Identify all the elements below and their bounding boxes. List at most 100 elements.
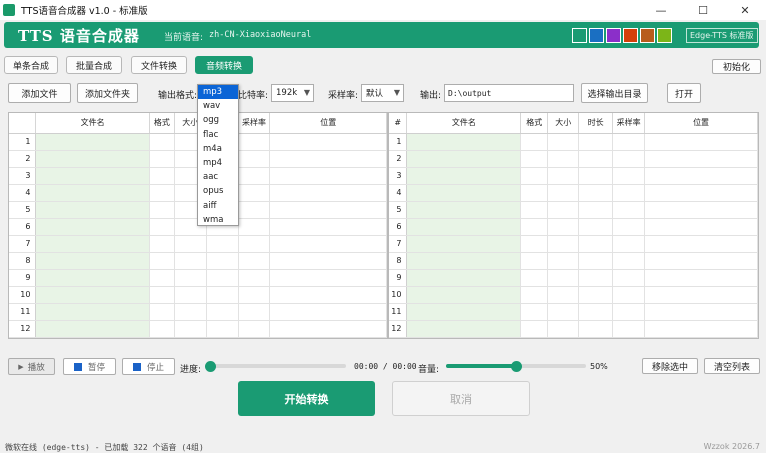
samplerate-select[interactable]: 默认 ▼ bbox=[361, 84, 404, 102]
output-files-table[interactable]: # 文件名 格式 大小 时长 采样率 位置 1 2 3 4 5 6 7 8 9 10 11 12 bbox=[388, 112, 759, 339]
progress-label: 进度: bbox=[180, 365, 202, 375]
theme-swatch[interactable] bbox=[589, 28, 604, 43]
table-row[interactable]: 4 bbox=[389, 184, 758, 202]
add-file-button[interactable]: 添加文件 bbox=[8, 83, 71, 103]
volume-knob[interactable] bbox=[511, 361, 522, 372]
theme-swatch[interactable] bbox=[640, 28, 655, 43]
table-cell bbox=[612, 286, 646, 304]
progress-knob[interactable] bbox=[205, 361, 216, 372]
cancel-button[interactable]: 取消 bbox=[392, 381, 530, 416]
table-cell bbox=[644, 269, 758, 287]
table-cell bbox=[406, 184, 522, 202]
column-header[interactable]: 大小 bbox=[547, 113, 580, 134]
bitrate-select[interactable]: 192k ▼ bbox=[271, 84, 314, 102]
table-cell bbox=[612, 269, 646, 287]
format-option[interactable]: opus bbox=[198, 184, 238, 198]
maximize-button[interactable]: ☐ bbox=[682, 0, 724, 20]
column-header[interactable]: # bbox=[389, 113, 408, 134]
format-option[interactable]: mp3 bbox=[198, 85, 238, 100]
format-option[interactable]: flac bbox=[198, 128, 238, 142]
table-cell bbox=[149, 320, 175, 338]
table-row[interactable]: 12 bbox=[389, 320, 758, 338]
table-row[interactable]: 6 bbox=[389, 218, 758, 236]
table-cell bbox=[547, 150, 580, 168]
remove-selected-button[interactable]: 移除选中 bbox=[642, 358, 698, 374]
start-conversion-button[interactable]: 开始转换 bbox=[238, 381, 375, 416]
table-row[interactable]: 1 bbox=[389, 133, 758, 151]
column-header[interactable]: 时长 bbox=[578, 113, 614, 134]
table-cell bbox=[35, 201, 150, 219]
samplerate-value: 默认 bbox=[366, 89, 384, 99]
table-row[interactable]: 8 bbox=[9, 252, 387, 270]
format-option[interactable]: aiff bbox=[198, 199, 238, 213]
row-number: 4 bbox=[9, 184, 37, 202]
table-cell bbox=[612, 303, 646, 321]
theme-swatch[interactable] bbox=[606, 28, 621, 43]
table-row[interactable]: 7 bbox=[389, 235, 758, 253]
choose-output-dir-button[interactable]: 选择输出目录 bbox=[581, 83, 648, 103]
table-row[interactable]: 9 bbox=[389, 269, 758, 287]
theme-swatch[interactable] bbox=[657, 28, 672, 43]
table-cell bbox=[269, 184, 387, 202]
column-header[interactable]: 位置 bbox=[644, 113, 758, 134]
column-header[interactable]: 文件名 bbox=[406, 113, 522, 134]
table-cell bbox=[644, 320, 758, 338]
table-cell bbox=[238, 269, 271, 287]
table-cell bbox=[612, 320, 646, 338]
tab-batch-synthesis[interactable]: 批量合成 bbox=[66, 56, 122, 74]
format-option[interactable]: wav bbox=[198, 99, 238, 113]
table-row[interactable]: 5 bbox=[389, 201, 758, 219]
minimize-button[interactable]: — bbox=[640, 0, 682, 20]
play-icon: ▶ bbox=[18, 362, 24, 371]
table-cell bbox=[149, 133, 175, 151]
table-cell bbox=[406, 133, 522, 151]
theme-swatch[interactable] bbox=[572, 28, 587, 43]
table-cell bbox=[35, 303, 150, 321]
table-row[interactable]: 3 bbox=[389, 167, 758, 185]
tab-file-conversion[interactable]: 文件转换 bbox=[131, 56, 187, 74]
column-header[interactable]: 采样率 bbox=[238, 113, 271, 134]
close-button[interactable]: ✕ bbox=[724, 0, 766, 20]
table-row[interactable]: 11 bbox=[389, 303, 758, 321]
table-row[interactable]: 10 bbox=[9, 286, 387, 304]
version-text: Wzzok 2026.7 bbox=[703, 442, 760, 451]
title-bar: TTS语音合成器 v1.0 - 标准版 — ☐ ✕ bbox=[0, 0, 766, 20]
clear-list-button[interactable]: 清空列表 bbox=[704, 358, 760, 374]
format-dropdown[interactable]: mp3 wav ogg flac m4a mp4 aac opus aiff wma bbox=[197, 84, 239, 226]
column-header[interactable]: 格式 bbox=[149, 113, 175, 134]
stop-button[interactable]: 停止 bbox=[122, 358, 175, 375]
init-button[interactable]: 初始化 bbox=[712, 59, 761, 74]
open-button[interactable]: 打开 bbox=[667, 83, 701, 103]
column-header[interactable]: 采样率 bbox=[612, 113, 646, 134]
play-button[interactable]: ▶ 播放 bbox=[8, 358, 55, 375]
table-row[interactable]: 12 bbox=[9, 320, 387, 338]
output-path-input[interactable]: D:\output bbox=[444, 84, 574, 102]
status-text: 微软在线 (edge-tts) - 已加载 322 个语音 (4组) bbox=[5, 443, 204, 452]
table-cell bbox=[612, 184, 646, 202]
engine-badge: Edge-TTS 标准版 bbox=[686, 28, 758, 43]
tab-single-synthesis[interactable]: 单条合成 bbox=[4, 56, 58, 74]
table-cell bbox=[174, 252, 207, 270]
format-option[interactable]: aac bbox=[198, 170, 238, 184]
table-row[interactable]: 10 bbox=[389, 286, 758, 304]
table-row[interactable]: 11 bbox=[9, 303, 387, 321]
format-option[interactable]: mp4 bbox=[198, 156, 238, 170]
theme-swatch[interactable] bbox=[623, 28, 638, 43]
table-row[interactable]: 8 bbox=[389, 252, 758, 270]
column-header[interactable]: 文件名 bbox=[35, 113, 150, 134]
table-row[interactable]: 2 bbox=[389, 150, 758, 168]
add-folder-button[interactable]: 添加文件夹 bbox=[77, 83, 138, 103]
format-option[interactable]: wma bbox=[198, 213, 238, 227]
pause-button[interactable]: 暂停 bbox=[63, 358, 116, 375]
column-header[interactable]: 位置 bbox=[269, 113, 387, 134]
column-header[interactable]: 格式 bbox=[520, 113, 549, 134]
format-option[interactable]: ogg bbox=[198, 113, 238, 127]
table-cell bbox=[238, 252, 271, 270]
format-option[interactable]: m4a bbox=[198, 142, 238, 156]
table-cell bbox=[644, 303, 758, 321]
tab-audio-conversion[interactable]: 音频转换 bbox=[195, 56, 253, 74]
table-row[interactable]: 7 bbox=[9, 235, 387, 253]
table-row[interactable]: 9 bbox=[9, 269, 387, 287]
table-cell bbox=[174, 235, 207, 253]
progress-slider[interactable] bbox=[210, 364, 346, 368]
